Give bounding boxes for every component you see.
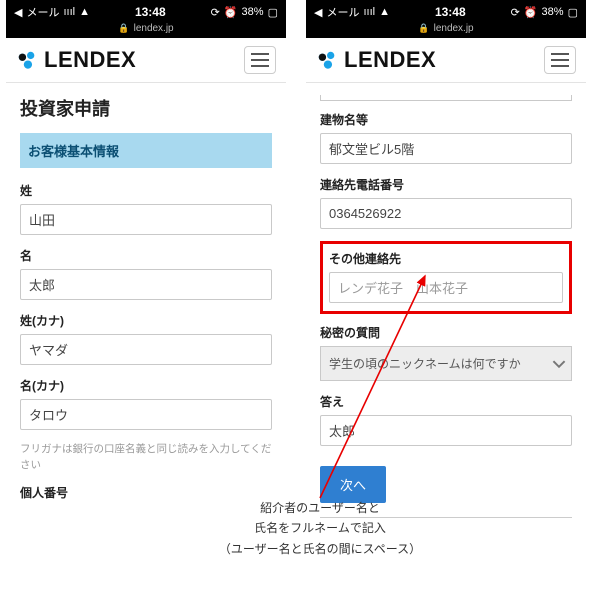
orientation-lock-icon: ⟳: [211, 6, 220, 19]
building-label: 建物名等: [320, 111, 572, 128]
first-kana-input[interactable]: [20, 399, 272, 430]
orientation-lock-icon: ⟳: [511, 6, 520, 19]
phone-label: 連絡先電話番号: [320, 176, 572, 193]
first-name-label: 名: [20, 247, 272, 264]
last-kana-input[interactable]: [20, 334, 272, 365]
last-name-label: 姓: [20, 182, 272, 199]
carrier-label: メール: [26, 4, 59, 20]
battery-icon: ▢: [568, 6, 578, 19]
annotation-caption: 紹介者のユーザー名と 氏名をフルネームで記入 （ユーザー名と氏名の間にスペース）: [170, 498, 470, 559]
form-content-left: 投資家申請 お客様基本情報 姓 名 姓(カナ) 名(カナ) フリガナは銀行の口座…: [6, 83, 286, 530]
last-kana-label: 姓(カナ): [20, 312, 272, 329]
annotation-line-1: 紹介者のユーザー名と: [170, 498, 470, 518]
battery-icon: ▢: [268, 6, 278, 19]
alarm-icon: ⏰: [224, 6, 238, 19]
menu-button[interactable]: [244, 46, 276, 74]
wifi-icon: ▲: [379, 6, 390, 18]
wifi-icon: ▲: [79, 6, 90, 18]
url-domain: lendex.jp: [134, 23, 174, 34]
other-contact-input[interactable]: [329, 272, 563, 303]
back-chevron-icon: ◀: [14, 6, 22, 19]
alarm-icon: ⏰: [524, 6, 538, 19]
secret-question-select[interactable]: 学生の頃のニックネームは何ですか: [320, 346, 572, 381]
building-input[interactable]: [320, 133, 572, 164]
brand-name: LENDEX: [344, 47, 436, 73]
secret-question-label: 秘密の質問: [320, 324, 572, 341]
lendex-logo-icon: [16, 49, 38, 71]
signal-icon: ıııl: [63, 6, 75, 18]
battery-percent: 38%: [542, 6, 564, 18]
last-name-input[interactable]: [20, 204, 272, 235]
lock-icon: 🔒: [118, 23, 129, 34]
page-title: 投資家申請: [20, 95, 272, 121]
other-contact-label: その他連絡先: [329, 250, 563, 267]
answer-label: 答え: [320, 393, 572, 410]
brand[interactable]: LENDEX: [16, 47, 136, 73]
brand[interactable]: LENDEX: [316, 47, 436, 73]
first-name-input[interactable]: [20, 269, 272, 300]
url-bar[interactable]: 🔒 lendex.jp: [306, 22, 586, 38]
lendex-logo-icon: [316, 49, 338, 71]
url-bar[interactable]: 🔒 lendex.jp: [6, 22, 286, 38]
battery-percent: 38%: [242, 6, 264, 18]
app-header: LENDEX: [306, 38, 586, 83]
status-bar: ◀ メール ıııl ▲ 13:48 ⟳ ⏰ 38% ▢: [306, 0, 586, 22]
prev-field-edge: [320, 95, 572, 101]
first-kana-label: 名(カナ): [20, 377, 272, 394]
status-bar: ◀ メール ıııl ▲ 13:48 ⟳ ⏰ 38% ▢: [6, 0, 286, 22]
signal-icon: ıııl: [363, 6, 375, 18]
menu-button[interactable]: [544, 46, 576, 74]
annotation-line-2: 氏名をフルネームで記入: [170, 518, 470, 538]
lock-icon: 🔒: [418, 23, 429, 34]
annotation-line-3: （ユーザー名と氏名の間にスペース）: [170, 539, 470, 559]
back-chevron-icon: ◀: [314, 6, 322, 19]
url-domain: lendex.jp: [434, 23, 474, 34]
phone-input[interactable]: [320, 198, 572, 229]
answer-input[interactable]: [320, 415, 572, 446]
phone-left: ◀ メール ıııl ▲ 13:48 ⟳ ⏰ 38% ▢ 🔒 lendex.jp: [6, 0, 286, 530]
carrier-label: メール: [326, 4, 359, 20]
brand-name: LENDEX: [44, 47, 136, 73]
phone-right: ◀ メール ıııl ▲ 13:48 ⟳ ⏰ 38% ▢ 🔒 lendex.jp: [306, 0, 586, 530]
section-banner: お客様基本情報: [20, 133, 272, 168]
form-content-right: 建物名等 連絡先電話番号 その他連絡先 秘密の質問 学生の頃のニックネームは何で…: [306, 83, 586, 530]
clock: 13:48: [435, 5, 466, 19]
kana-helper-text: フリガナは銀行の口座名義と同じ読みを入力してください: [20, 442, 272, 474]
other-contact-highlight: その他連絡先: [320, 241, 572, 314]
app-header: LENDEX: [6, 38, 286, 83]
clock: 13:48: [135, 5, 166, 19]
